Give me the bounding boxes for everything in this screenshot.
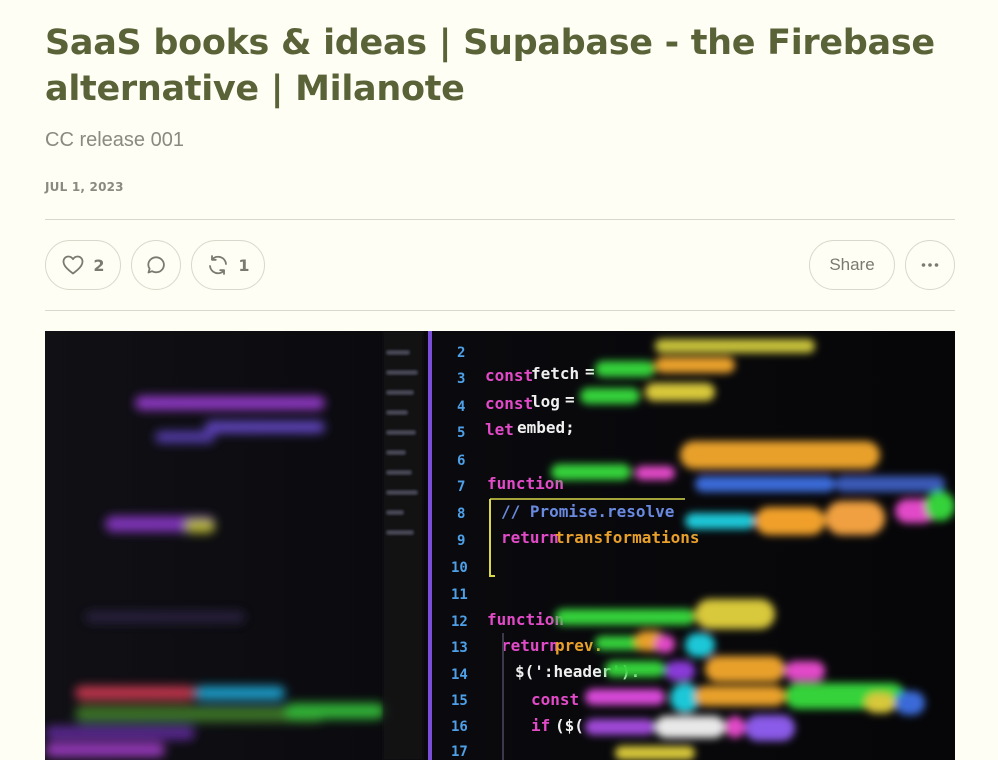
- svg-text:=: =: [565, 390, 575, 409]
- svg-text:($(: ($(: [555, 716, 584, 735]
- svg-text:const: const: [485, 366, 533, 385]
- restack-arrows-icon: [209, 255, 228, 275]
- svg-text:embed;: embed;: [517, 418, 575, 437]
- svg-text:if: if: [531, 716, 550, 735]
- svg-text:log: log: [531, 392, 560, 411]
- svg-text:let: let: [485, 420, 514, 439]
- share-button[interactable]: Share: [809, 240, 895, 290]
- more-options-button[interactable]: [905, 240, 955, 290]
- divider-top: [45, 219, 955, 220]
- code-line-number: 11: [451, 587, 468, 603]
- post-date: JUL 1, 2023: [45, 180, 124, 194]
- heart-icon: [63, 255, 84, 275]
- post-page: SaaS books & ideas | Supabase - the Fire…: [0, 0, 998, 760]
- code-line-number: 4: [457, 399, 465, 415]
- code-line-number: 8: [457, 506, 465, 522]
- code-line-number: 6: [457, 453, 465, 469]
- svg-text:const: const: [531, 690, 579, 709]
- code-line-number: 7: [457, 479, 465, 495]
- svg-text:const: const: [485, 394, 533, 413]
- code-line-number: 15: [451, 693, 468, 709]
- code-line-number: 9: [457, 533, 465, 549]
- svg-text:=: =: [585, 362, 595, 381]
- ellipsis-icon: [921, 263, 939, 267]
- post-subtitle: CC release 001: [45, 129, 184, 151]
- svg-text:function: function: [487, 474, 564, 493]
- code-line-number: 10: [451, 560, 468, 576]
- code-line-number: 12: [451, 614, 468, 630]
- restack-count: 1: [238, 255, 250, 275]
- svg-text:function: function: [487, 610, 564, 629]
- code-line-number: 5: [457, 425, 465, 441]
- svg-text:// Promise.resolve: // Promise.resolve: [501, 502, 674, 521]
- svg-text:transformations: transformations: [555, 528, 700, 547]
- svg-text:return: return: [501, 528, 559, 547]
- comment-button[interactable]: [131, 240, 181, 290]
- code-line-number: 2: [457, 345, 465, 361]
- comment-bubble-icon: [147, 256, 165, 274]
- hero-code-art: 2 3 4 5 6 7 8 9 10 11 12 13 14 15 16 17 …: [45, 331, 955, 760]
- hero-image-code-screenshot: 2 3 4 5 6 7 8 9 10 11 12 13 14 15 16 17 …: [45, 331, 955, 760]
- post-title: SaaS books & ideas | Supabase - the Fire…: [45, 23, 935, 109]
- svg-text:return: return: [501, 636, 559, 655]
- like-button[interactable]: 2: [45, 240, 121, 290]
- code-line-number: 14: [451, 667, 468, 683]
- restack-button[interactable]: 1: [191, 240, 265, 290]
- code-line-number: 13: [451, 640, 468, 656]
- code-line-number: 17: [451, 744, 468, 760]
- svg-text:fetch: fetch: [531, 364, 579, 383]
- code-line-number: 3: [457, 371, 465, 387]
- like-count: 2: [93, 255, 105, 275]
- code-line-number: 16: [451, 719, 468, 735]
- divider-bottom: [45, 310, 955, 311]
